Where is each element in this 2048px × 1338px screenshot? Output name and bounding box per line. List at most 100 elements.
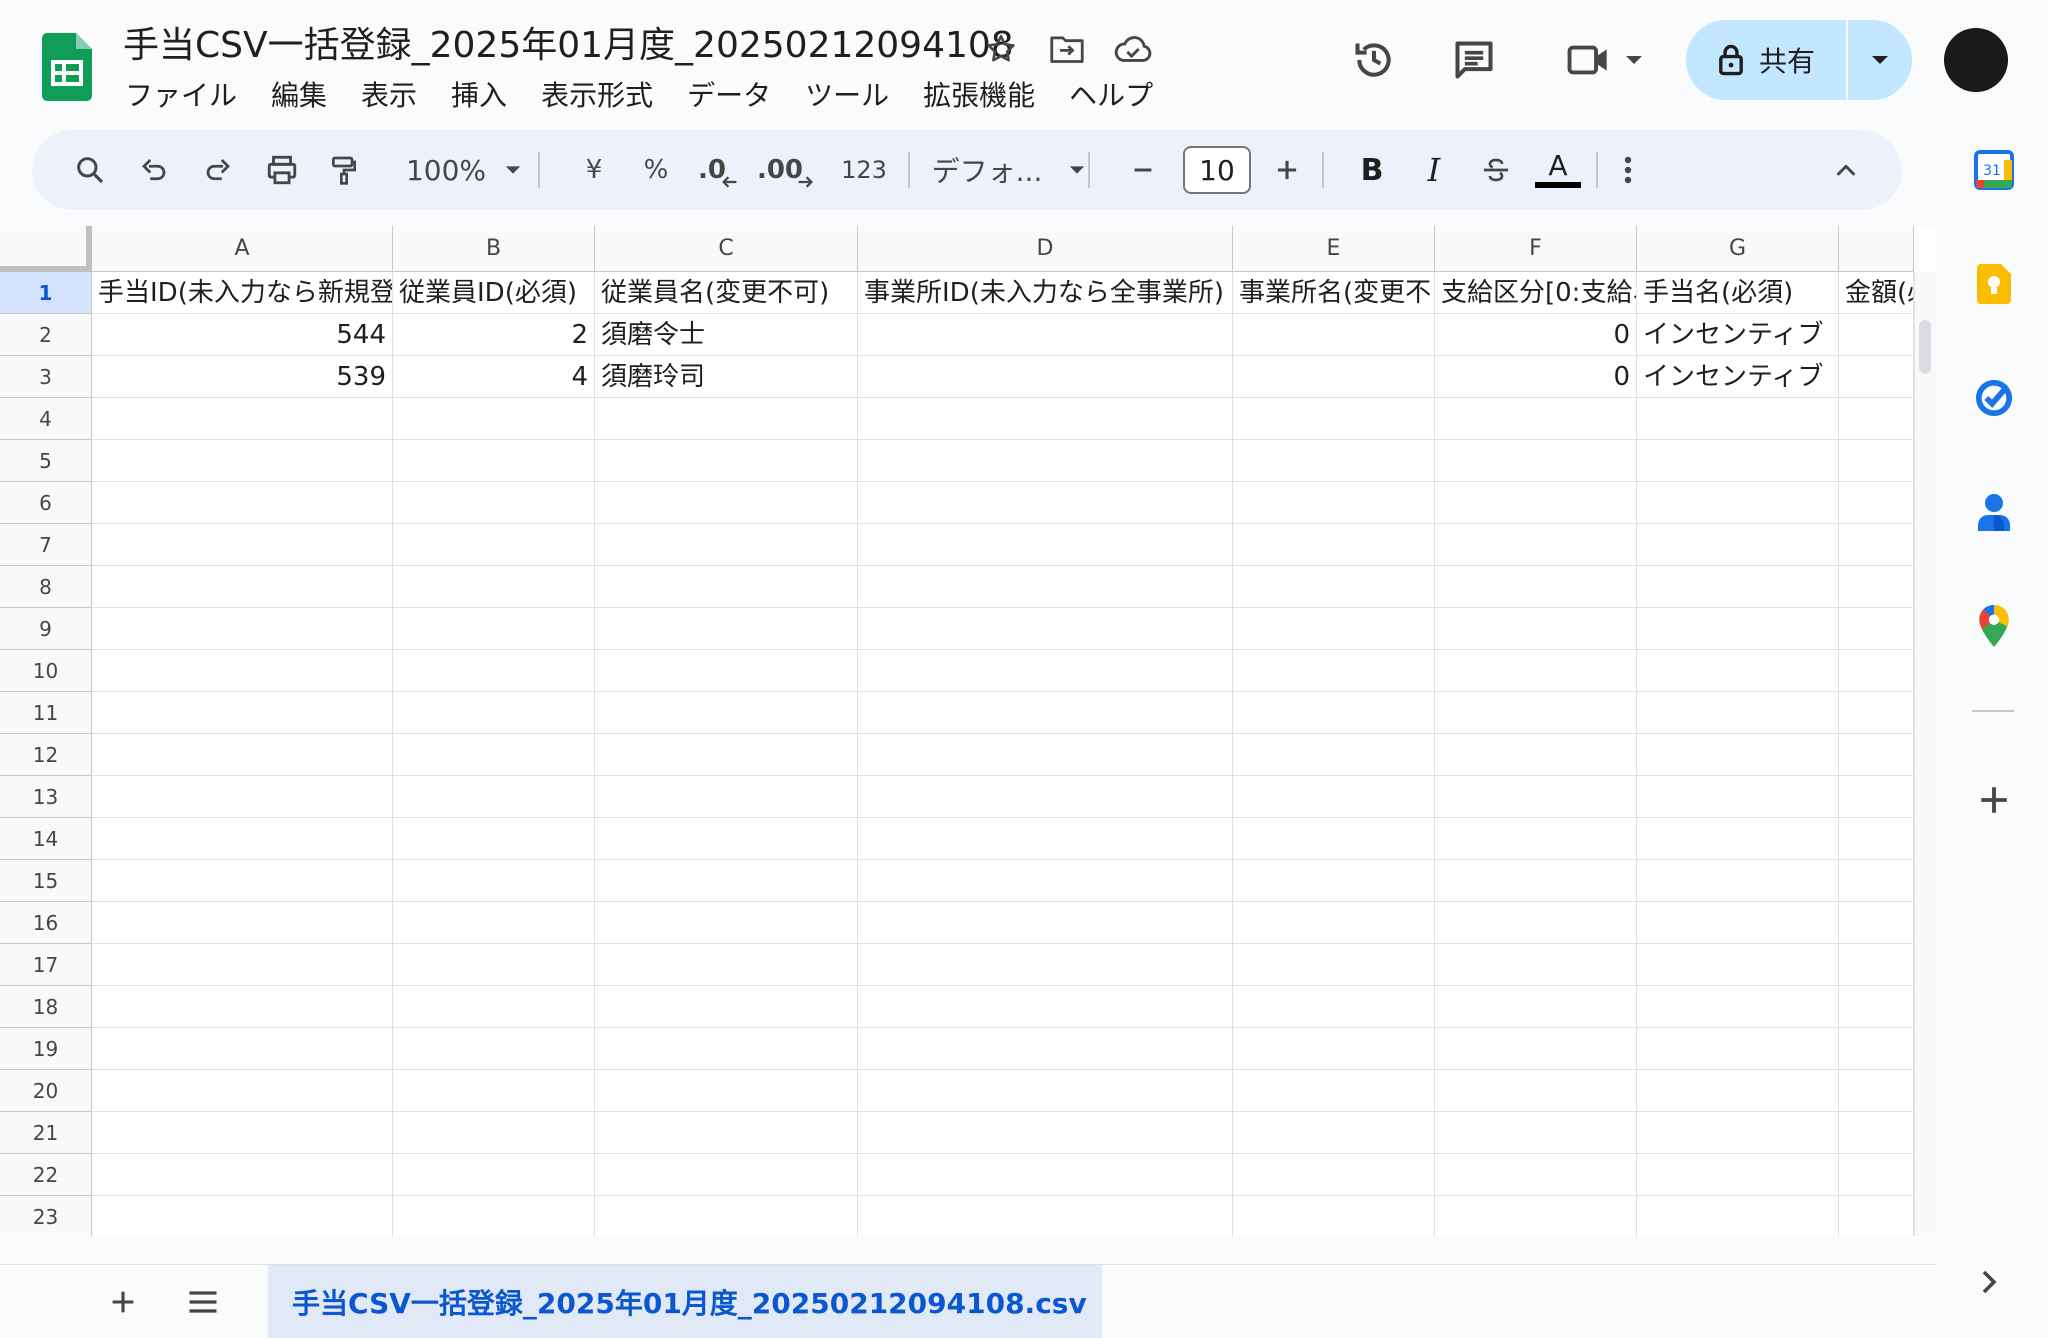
- decrease-font-size-icon[interactable]: [1118, 130, 1168, 210]
- cell[interactable]: [595, 1028, 858, 1070]
- cell[interactable]: [1435, 734, 1637, 776]
- row-header-11[interactable]: 11: [0, 692, 92, 734]
- cell[interactable]: [92, 440, 393, 482]
- add-sheet-icon[interactable]: [98, 1277, 148, 1327]
- cell[interactable]: [858, 440, 1233, 482]
- cell[interactable]: [393, 1196, 595, 1236]
- cell[interactable]: [393, 986, 595, 1028]
- cell[interactable]: [595, 608, 858, 650]
- cell[interactable]: [595, 902, 858, 944]
- column-header-e[interactable]: E: [1233, 226, 1435, 272]
- cell[interactable]: [1435, 818, 1637, 860]
- share-button[interactable]: 共有: [1686, 20, 1846, 100]
- contacts-icon[interactable]: [1974, 492, 2014, 532]
- cell[interactable]: [1435, 902, 1637, 944]
- cell[interactable]: [393, 1112, 595, 1154]
- cell[interactable]: [1233, 482, 1435, 524]
- cell[interactable]: [1435, 860, 1637, 902]
- cell[interactable]: [1435, 1112, 1637, 1154]
- row-header-2[interactable]: 2: [0, 314, 92, 356]
- currency-format-button[interactable]: ¥: [564, 130, 624, 210]
- cell[interactable]: [1435, 482, 1637, 524]
- cell[interactable]: [1233, 776, 1435, 818]
- cell[interactable]: [595, 692, 858, 734]
- italic-button[interactable]: I: [1406, 130, 1462, 210]
- cell[interactable]: [1637, 818, 1839, 860]
- cell[interactable]: [1435, 650, 1637, 692]
- cell[interactable]: [393, 692, 595, 734]
- cell[interactable]: [92, 650, 393, 692]
- row-header-20[interactable]: 20: [0, 1070, 92, 1112]
- cell[interactable]: [92, 524, 393, 566]
- cell[interactable]: 2: [393, 314, 595, 356]
- cell[interactable]: [1637, 1112, 1839, 1154]
- all-sheets-icon[interactable]: [178, 1277, 228, 1327]
- cell[interactable]: [1637, 944, 1839, 986]
- cell[interactable]: [92, 1196, 393, 1236]
- share-dropdown-button[interactable]: [1848, 20, 1912, 100]
- cell[interactable]: [858, 566, 1233, 608]
- cell[interactable]: [1839, 986, 1914, 1028]
- cell[interactable]: [1839, 440, 1914, 482]
- cell[interactable]: [595, 1112, 858, 1154]
- cell[interactable]: [595, 440, 858, 482]
- cell[interactable]: [1637, 692, 1839, 734]
- cell[interactable]: [1839, 398, 1914, 440]
- cell[interactable]: [92, 986, 393, 1028]
- cell[interactable]: [858, 1070, 1233, 1112]
- cell[interactable]: [1233, 650, 1435, 692]
- cell[interactable]: [1233, 1028, 1435, 1070]
- cell[interactable]: [1839, 1028, 1914, 1070]
- font-size-input[interactable]: 10: [1183, 146, 1251, 194]
- row-header-13[interactable]: 13: [0, 776, 92, 818]
- account-avatar[interactable]: [1944, 28, 2008, 92]
- cell[interactable]: [1839, 566, 1914, 608]
- cell[interactable]: [1839, 1196, 1914, 1236]
- cell[interactable]: [1435, 1070, 1637, 1112]
- cell[interactable]: [1839, 860, 1914, 902]
- row-header-8[interactable]: 8: [0, 566, 92, 608]
- text-color-button[interactable]: A: [1528, 130, 1588, 210]
- cell[interactable]: 従業員名(変更不可): [595, 272, 858, 314]
- cell[interactable]: [1233, 566, 1435, 608]
- cell[interactable]: 4: [393, 356, 595, 398]
- column-header-f[interactable]: F: [1435, 226, 1637, 272]
- cell[interactable]: [1637, 1154, 1839, 1196]
- cell[interactable]: [1233, 398, 1435, 440]
- cell[interactable]: [595, 1070, 858, 1112]
- cell[interactable]: [92, 1028, 393, 1070]
- strikethrough-icon[interactable]: [1468, 130, 1524, 210]
- cell[interactable]: [1233, 440, 1435, 482]
- menu-file[interactable]: ファイル: [125, 76, 237, 116]
- cell[interactable]: [393, 902, 595, 944]
- row-header-6[interactable]: 6: [0, 482, 92, 524]
- cell[interactable]: [92, 944, 393, 986]
- calendar-icon[interactable]: 31: [1974, 150, 2014, 190]
- cell[interactable]: [92, 1070, 393, 1112]
- cell[interactable]: [595, 734, 858, 776]
- cell[interactable]: [858, 944, 1233, 986]
- cell[interactable]: [1435, 608, 1637, 650]
- cell[interactable]: [393, 440, 595, 482]
- cell[interactable]: [595, 1154, 858, 1196]
- cell[interactable]: [1233, 692, 1435, 734]
- cell[interactable]: [1637, 398, 1839, 440]
- cell[interactable]: [1637, 860, 1839, 902]
- undo-icon[interactable]: [124, 130, 184, 210]
- column-header-h[interactable]: [1839, 226, 1914, 272]
- cell[interactable]: [1233, 902, 1435, 944]
- cell[interactable]: [1839, 902, 1914, 944]
- cell[interactable]: 手当ID(未入力なら新規登: [92, 272, 393, 314]
- menu-insert[interactable]: 挿入: [451, 76, 507, 116]
- cell[interactable]: [92, 776, 393, 818]
- cell[interactable]: [1233, 1112, 1435, 1154]
- row-header-19[interactable]: 19: [0, 1028, 92, 1070]
- cell[interactable]: [858, 860, 1233, 902]
- cloud-saved-icon[interactable]: [1110, 26, 1156, 72]
- cell[interactable]: [1637, 1196, 1839, 1236]
- cell[interactable]: [1637, 440, 1839, 482]
- row-header-5[interactable]: 5: [0, 440, 92, 482]
- cell[interactable]: [1233, 818, 1435, 860]
- column-header-b[interactable]: B: [393, 226, 595, 272]
- cell[interactable]: インセンティブ: [1637, 314, 1839, 356]
